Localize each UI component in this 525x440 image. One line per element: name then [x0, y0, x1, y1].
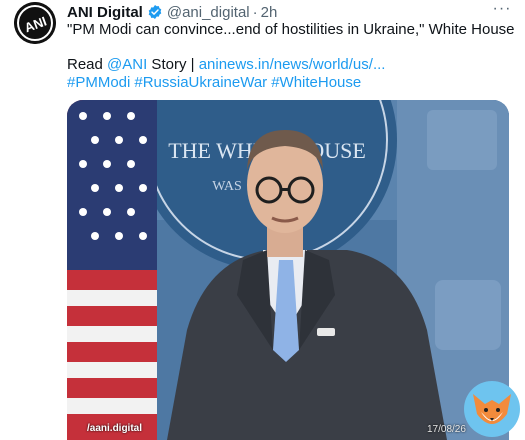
tweet-card[interactable]: ANI ANI Digital @ani_digital · 2h ··· "P… [0, 0, 525, 440]
verified-badge-icon [147, 4, 163, 20]
story-text: Story | [147, 56, 199, 73]
author-avatar[interactable]: ANI [14, 2, 56, 44]
hashtag-whitehouse[interactable]: #WhiteHouse [271, 74, 361, 91]
tweet-quote: "PM Modi can convince...end of hostiliti… [67, 21, 515, 38]
post-time[interactable]: 2h [261, 4, 278, 21]
more-options-button[interactable]: ··· [489, 0, 515, 22]
watermark-handle: /aani.digital [87, 423, 143, 434]
separator-dot: · [252, 3, 258, 21]
author-handle[interactable]: @ani_digital [167, 4, 250, 21]
podium-seal-subtext: WAS [212, 179, 242, 194]
tweet-media-image[interactable]: THE WHITE HOUSE WAS [67, 100, 509, 440]
author-name[interactable]: ANI Digital [67, 4, 143, 21]
hashtag-pmmodi[interactable]: #PMModi [67, 74, 130, 91]
read-prefix: Read [67, 56, 108, 73]
hashtag-list: #PMModi #RussiaUkraineWar #WhiteHouse [67, 73, 365, 93]
press-briefing-photo: THE WHITE HOUSE WAS [67, 100, 509, 440]
mention-link[interactable]: @ANI [107, 56, 147, 73]
tweet-header: ANI Digital @ani_digital · 2h [67, 2, 485, 22]
hashtag-russiaukrainewar[interactable]: #RussiaUkraineWar [134, 74, 267, 91]
more-options-icon: ··· [492, 0, 512, 17]
fox-logo-icon [463, 380, 521, 438]
article-link[interactable]: aninews.in/news/world/us/... [199, 56, 386, 73]
watermark-date: 17/08/26 [427, 424, 466, 435]
ani-logo-icon: ANI [14, 2, 56, 44]
tweet-read-line: Read @ANI Story | aninews.in/news/world/… [67, 55, 385, 75]
